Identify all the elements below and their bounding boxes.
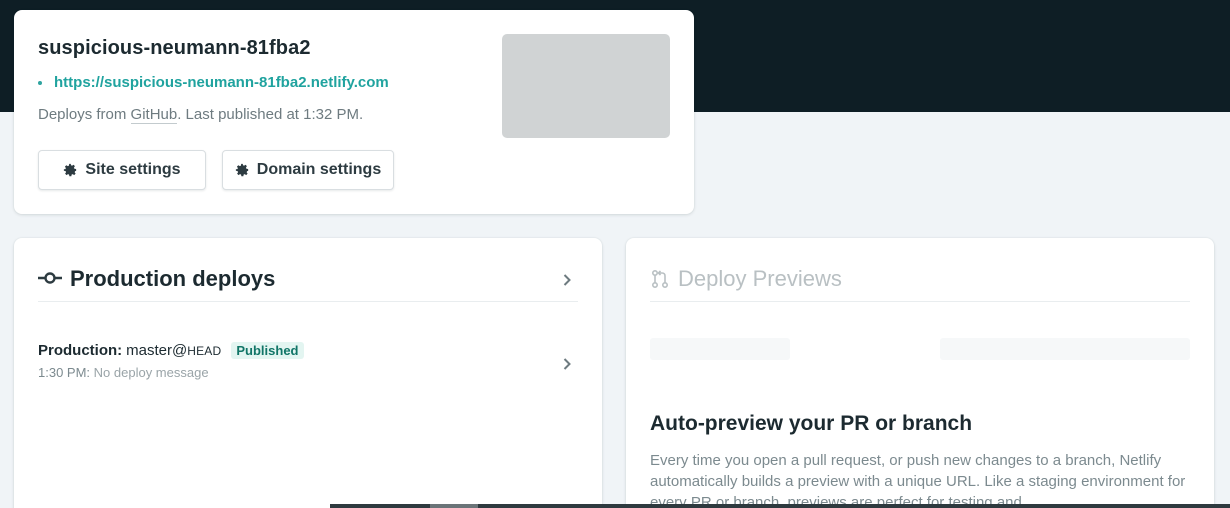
deploy-ref: HEAD <box>187 344 222 358</box>
deploy-meta: 1:30 PM: No deploy message <box>38 365 578 380</box>
deploy-branch-name: master@ <box>126 342 188 359</box>
deploy-time: 1:30 PM: <box>38 365 91 380</box>
deploy-info: Deploys from GitHub. Last published at 1… <box>38 106 364 124</box>
chevron-right-icon[interactable] <box>562 272 572 288</box>
domain-settings-label: Domain settings <box>256 161 382 178</box>
auto-preview-description: Every time you open a pull request, or p… <box>650 452 1186 508</box>
auto-preview-heading: Auto-preview your PR or branch <box>650 412 973 435</box>
skeleton-placeholder <box>940 338 1190 360</box>
status-badge: Published <box>231 342 304 359</box>
deploy-context-label: Production: <box>38 342 123 359</box>
chevron-right-icon[interactable] <box>562 356 572 372</box>
deploy-info-prefix: Deploys from <box>38 106 131 123</box>
deploy-branch: master@HEAD <box>126 342 221 359</box>
deploy-message: No deploy message <box>93 365 209 380</box>
domain-settings-button[interactable]: Domain settings <box>222 150 394 190</box>
deploy-previews-title: Deploy Previews <box>678 266 842 291</box>
deploy-previews-card: Deploy Previews Auto-preview your PR or … <box>626 238 1214 508</box>
github-link[interactable]: GitHub <box>130 106 178 124</box>
scrollbar-thumb[interactable] <box>430 504 478 508</box>
deploy-summary: Production: master@HEAD Published <box>38 342 578 359</box>
site-name: suspicious-neumann-81fba2 <box>38 37 311 59</box>
site-url-row: https://suspicious-neumann-81fba2.netlif… <box>38 74 389 91</box>
gear-icon <box>235 163 249 177</box>
deploy-info-suffix: . Last published at 1:32 PM. <box>177 106 364 123</box>
horizontal-scrollbar[interactable] <box>330 504 1230 508</box>
production-deploys-card: Production deploys Production: master@HE… <box>14 238 602 508</box>
production-deploys-title: Production deploys <box>70 266 276 291</box>
skeleton-placeholder <box>650 338 790 360</box>
bullet-dot <box>38 80 42 85</box>
commit-icon <box>38 271 62 285</box>
site-url-link[interactable]: https://suspicious-neumann-81fba2.netlif… <box>54 74 389 91</box>
gear-icon <box>63 163 77 177</box>
deploy-list-item[interactable]: Production: master@HEAD Published 1:30 P… <box>38 342 578 386</box>
deploy-previews-header: Deploy Previews <box>650 266 1190 302</box>
site-preview-thumbnail[interactable] <box>502 34 670 138</box>
site-overview-card: suspicious-neumann-81fba2 https://suspic… <box>14 10 694 214</box>
pull-request-icon <box>650 269 670 289</box>
site-settings-button[interactable]: Site settings <box>38 150 206 190</box>
site-settings-label: Site settings <box>85 161 181 178</box>
production-deploys-header[interactable]: Production deploys <box>38 266 578 302</box>
